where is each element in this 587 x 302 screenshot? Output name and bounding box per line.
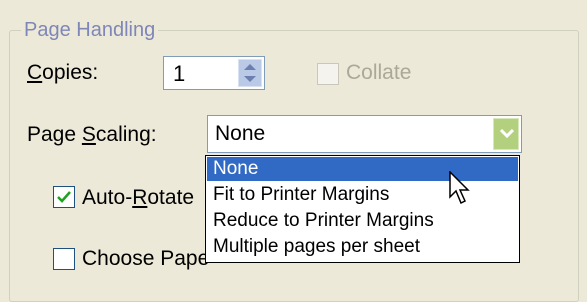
page-scaling-label: Page Scaling:: [27, 123, 157, 146]
page-scaling-dropdown-button[interactable]: [493, 118, 519, 150]
choose-paper-label: Choose Pape: [82, 247, 210, 270]
copies-spin-buttons[interactable]: [238, 59, 262, 87]
copies-stepper[interactable]: 1: [163, 56, 265, 90]
spin-up-icon[interactable]: [244, 64, 256, 70]
mouse-cursor-icon: [449, 171, 470, 205]
collate-label: Collate: [346, 61, 412, 84]
collate-checkbox[interactable]: [317, 63, 339, 85]
spin-down-icon[interactable]: [244, 76, 256, 82]
copies-label: Copies:: [27, 61, 99, 84]
option-reduce-to-printer-margins[interactable]: Reduce to Printer Margins: [207, 209, 518, 233]
copies-value[interactable]: 1: [173, 61, 185, 87]
page-handling-title: Page Handling: [21, 19, 159, 42]
auto-rotate-label: Auto-Rotate: [82, 186, 195, 209]
page-scaling-select[interactable]: None: [207, 115, 522, 153]
option-multiple-pages-per-sheet[interactable]: Multiple pages per sheet: [207, 235, 518, 259]
page-scaling-value: None: [215, 122, 266, 145]
chevron-down-icon: [500, 129, 514, 139]
auto-rotate-checkbox[interactable]: [53, 186, 75, 208]
checkmark-icon: [57, 191, 71, 203]
choose-paper-checkbox[interactable]: [53, 248, 75, 270]
